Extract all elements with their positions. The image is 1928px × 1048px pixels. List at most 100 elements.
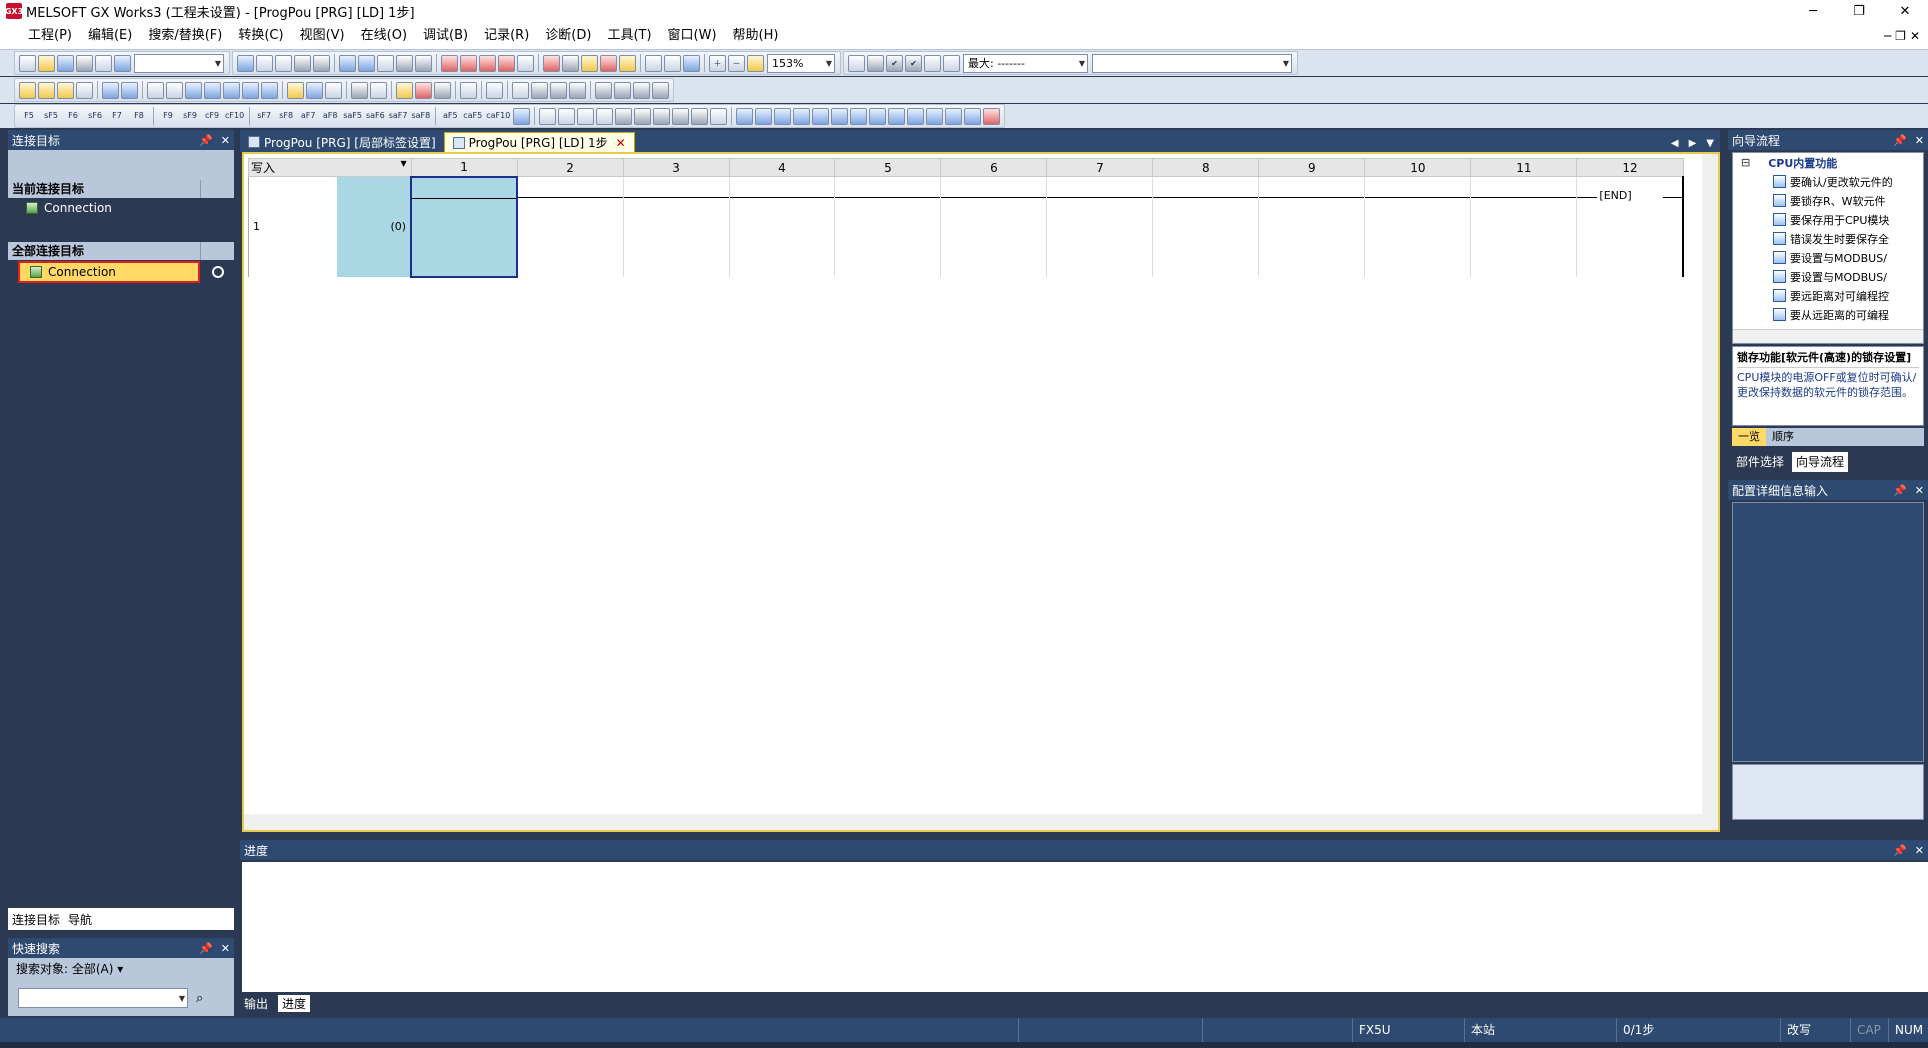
contact-no-icon[interactable]: F5: [19, 108, 39, 125]
ladder-tool-23-icon[interactable]: [964, 107, 982, 125]
project-combo[interactable]: ▼: [134, 53, 224, 73]
contact-nc-icon[interactable]: F6: [63, 108, 83, 125]
mdi-restore-button[interactable]: ❐: [1895, 29, 1906, 43]
ladder-tool-14-icon[interactable]: [793, 107, 811, 125]
tree-item[interactable]: 要确认/更改软元件的: [1733, 172, 1923, 191]
minimize-button[interactable]: ─: [1790, 0, 1836, 22]
online-edit-icon[interactable]: [543, 54, 560, 72]
menu-help[interactable]: 帮助(H): [725, 25, 787, 47]
new-file-icon[interactable]: [19, 54, 36, 72]
menu-view[interactable]: 视图(V): [292, 25, 353, 47]
collapse-icon[interactable]: ⊟: [1741, 156, 1750, 169]
project-tree-icon[interactable]: [19, 81, 36, 99]
note-icon[interactable]: [325, 81, 342, 99]
tree-item[interactable]: 要保存用于CPU模块: [1733, 210, 1923, 229]
ladder-editor[interactable]: 写入 ▼ 1 2 3 4 5 6 7 8 9 10 11 12 1 (0) [E…: [242, 152, 1720, 832]
ladder-tool-4-icon[interactable]: [596, 107, 614, 125]
pulse-convert-icon[interactable]: caF5: [462, 108, 483, 125]
grid-2-icon[interactable]: [614, 81, 631, 99]
split-window-icon[interactable]: [121, 81, 138, 99]
tree-item[interactable]: 要从远距离的可编程: [1733, 305, 1923, 324]
ladder-cell[interactable]: [1046, 176, 1153, 277]
tab-list-icon[interactable]: ▼: [1706, 138, 1714, 149]
coil-icon[interactable]: F7: [107, 108, 127, 125]
device-list-icon[interactable]: [204, 81, 221, 99]
ladder-tool-16-icon[interactable]: [831, 107, 849, 125]
mdi-close-button[interactable]: ✕: [1910, 29, 1920, 43]
menu-convert[interactable]: 转换(C): [230, 25, 291, 47]
tool-icon[interactable]: [486, 81, 503, 99]
device-comment-icon[interactable]: [287, 81, 304, 99]
ladder-cell[interactable]: [834, 176, 941, 277]
ladder-cell[interactable]: [940, 176, 1047, 277]
ladder-cell[interactable]: [1470, 176, 1577, 277]
clock-icon[interactable]: [943, 54, 960, 72]
grid-1-icon[interactable]: [595, 81, 612, 99]
search-scope[interactable]: 搜索对象: 全部(A) ▾: [8, 958, 234, 980]
tab-output[interactable]: 输出: [244, 995, 268, 1012]
scan-icon[interactable]: [924, 54, 941, 72]
paste-icon[interactable]: [275, 54, 292, 72]
search-icon[interactable]: ⌕: [196, 991, 203, 1006]
ladder-cell[interactable]: [622, 176, 729, 277]
close-icon[interactable]: ✕: [221, 134, 230, 147]
current-connection-item[interactable]: Connection: [8, 198, 234, 218]
all-connection-item[interactable]: Connection: [18, 261, 200, 283]
print-icon[interactable]: [76, 54, 93, 72]
watch-window-icon[interactable]: [460, 81, 477, 99]
falling-nc-icon[interactable]: saF6: [365, 108, 386, 125]
tab-navigation[interactable]: 导航: [68, 911, 92, 928]
layout-2-icon[interactable]: [550, 81, 567, 99]
menu-online[interactable]: 在线(O): [353, 25, 415, 47]
contact-parallel-no-icon[interactable]: sF5: [41, 108, 61, 125]
simulation-stop-icon[interactable]: [600, 54, 617, 72]
find-device-icon[interactable]: [166, 81, 183, 99]
monitor-start-icon[interactable]: [498, 54, 515, 72]
rising-parallel-icon[interactable]: aF7: [298, 108, 318, 125]
vline-icon[interactable]: sF9: [180, 108, 200, 125]
instruction-icon[interactable]: F8: [129, 108, 149, 125]
extra-combo[interactable]: ▼: [1092, 53, 1292, 73]
grid-4-icon[interactable]: [652, 81, 669, 99]
close-icon[interactable]: ✕: [1915, 134, 1924, 147]
pin-icon[interactable]: 📌: [199, 134, 213, 147]
tab-progress[interactable]: 进度: [278, 994, 311, 1012]
statement-icon[interactable]: [306, 81, 323, 99]
invert-icon[interactable]: aF5: [440, 108, 460, 125]
cut-icon[interactable]: [237, 54, 254, 72]
pin-icon[interactable]: 📌: [1893, 484, 1907, 497]
ladder-cell[interactable]: [728, 176, 835, 277]
search-input[interactable]: ▼: [18, 988, 188, 1008]
close-tab-icon[interactable]: ✕: [616, 136, 626, 150]
tree-root[interactable]: ⊟ CPU内置功能: [1733, 153, 1923, 172]
tab-ladder[interactable]: ProgPou [PRG] [LD] 1步 ✕: [443, 132, 635, 152]
redo-arrow-icon[interactable]: [313, 54, 330, 72]
online-change-icon[interactable]: [562, 54, 579, 72]
watch-icon[interactable]: [683, 54, 700, 72]
ladder-tool-1-icon[interactable]: [539, 107, 557, 125]
convert-all-icon[interactable]: [358, 54, 375, 72]
device-replace-icon[interactable]: [261, 81, 278, 99]
rebuild-icon[interactable]: [396, 54, 413, 72]
pin-icon[interactable]: 📌: [199, 942, 213, 955]
ladder-tool-15-icon[interactable]: [812, 107, 830, 125]
library-icon[interactable]: [351, 81, 368, 99]
tab-connection-target[interactable]: 连接目标: [12, 911, 60, 928]
copy-icon[interactable]: [256, 54, 273, 72]
menu-project[interactable]: 工程(P): [20, 25, 80, 47]
delete-vline-icon[interactable]: cF10: [224, 108, 245, 125]
menu-debug[interactable]: 调试(B): [415, 25, 476, 47]
ladder-tool-3-icon[interactable]: [577, 107, 595, 125]
read-plc-icon[interactable]: [460, 54, 477, 72]
tree-item[interactable]: 要远距离对可编程控: [1733, 286, 1923, 305]
cross-reference-icon[interactable]: [185, 81, 202, 99]
mdi-minimize-button[interactable]: ─: [1884, 29, 1891, 43]
verify-icon[interactable]: [396, 81, 413, 99]
falling-contact-icon[interactable]: sF8: [276, 108, 296, 125]
rising-parallel-nc-icon[interactable]: saF7: [388, 108, 409, 125]
menu-edit[interactable]: 编辑(E): [80, 25, 140, 47]
ladder-tool-17-icon[interactable]: [850, 107, 868, 125]
zoom-combo[interactable]: 153% ▼: [767, 53, 835, 73]
ladder-tool-24-icon[interactable]: [983, 107, 1001, 125]
subtab-list[interactable]: 一览: [1732, 428, 1766, 446]
